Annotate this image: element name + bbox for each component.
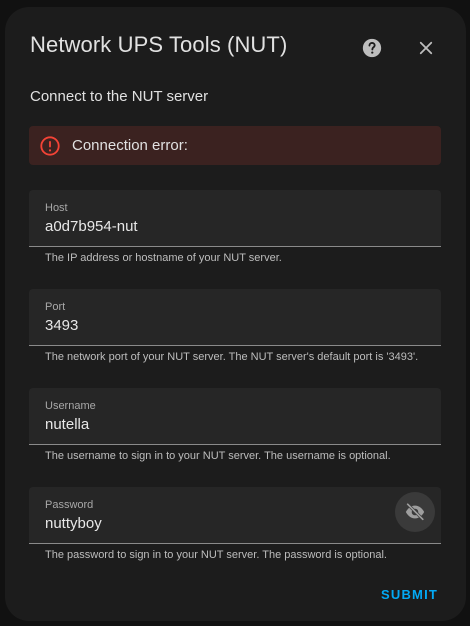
username-value[interactable]: nutella — [45, 416, 89, 433]
host-value[interactable]: a0d7b954-nut — [45, 218, 138, 235]
dialog-subtitle: Connect to the NUT server — [30, 88, 209, 105]
password-field[interactable]: Password nuttyboy — [29, 487, 441, 544]
port-helper: The network port of your NUT server. The… — [45, 351, 419, 363]
alert-message: Connection error: — [72, 137, 188, 154]
alert-circle-icon — [39, 135, 61, 157]
username-helper: The username to sign in to your NUT serv… — [45, 450, 391, 462]
toggle-password-visibility-button[interactable] — [395, 492, 435, 532]
password-label: Password — [45, 499, 94, 511]
host-helper: The IP address or hostname of your NUT s… — [45, 252, 282, 264]
error-alert: Connection error: — [29, 126, 441, 165]
config-dialog: Network UPS Tools (NUT) Connect to the N… — [5, 7, 466, 621]
close-icon — [419, 41, 433, 55]
submit-button[interactable]: SUBMIT — [381, 587, 438, 602]
port-field[interactable]: Port 3493 — [29, 289, 441, 346]
password-helper: The password to sign in to your NUT serv… — [45, 549, 387, 561]
help-circle-icon — [362, 38, 382, 58]
host-label: Host — [45, 202, 68, 214]
username-field[interactable]: Username nutella — [29, 388, 441, 445]
close-button[interactable] — [414, 36, 438, 60]
port-value[interactable]: 3493 — [45, 317, 78, 334]
port-label: Port — [45, 301, 66, 313]
username-label: Username — [45, 400, 96, 412]
dialog-title: Network UPS Tools (NUT) — [30, 32, 288, 57]
host-field[interactable]: Host a0d7b954-nut — [29, 190, 441, 247]
password-value[interactable]: nuttyboy — [45, 515, 102, 532]
eye-off-icon — [405, 502, 425, 521]
help-button[interactable] — [360, 36, 384, 60]
